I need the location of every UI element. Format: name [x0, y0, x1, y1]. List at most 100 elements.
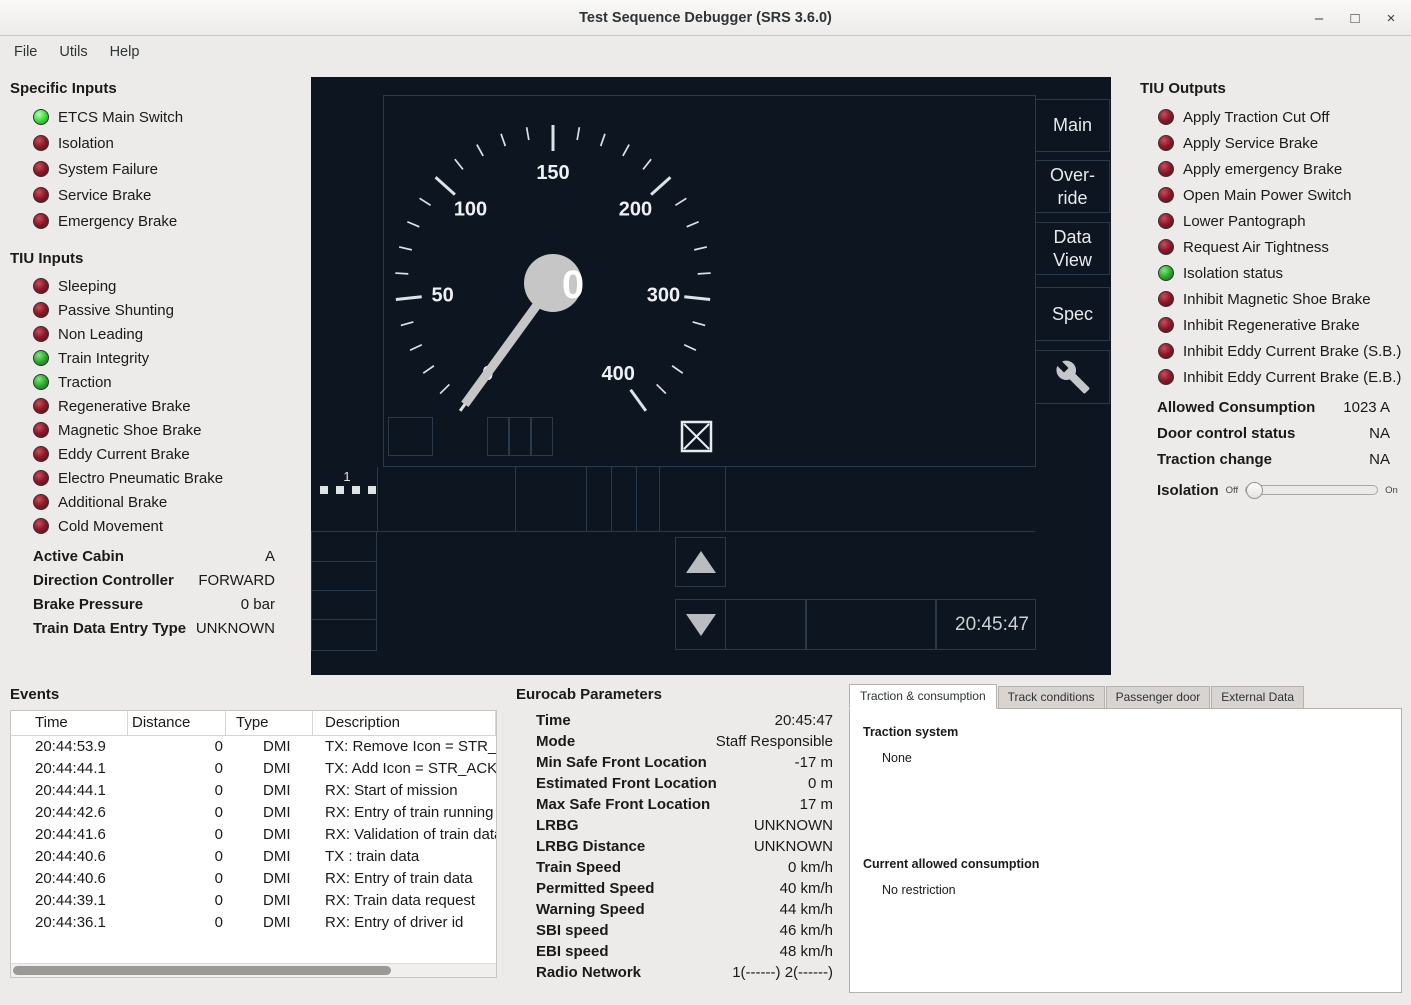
level-square-icon: [320, 486, 328, 494]
tab-traction-consumption[interactable]: Traction & consumption: [849, 684, 997, 709]
indicator-sleeping[interactable]: Sleeping: [10, 274, 305, 298]
menu-utils[interactable]: Utils: [48, 40, 98, 64]
tiu-inputs-title: TIU Inputs: [10, 250, 305, 268]
current-allowed-consumption-value: No restriction: [882, 883, 956, 897]
event-row[interactable]: 20:44:53.90DMITX: Remove Icon = STR_AC: [11, 736, 496, 758]
event-cell: RX: Entry of train data: [313, 868, 496, 890]
led-red-icon[interactable]: [33, 470, 49, 486]
indicator-label: Passive Shunting: [58, 302, 174, 319]
param-label: LRBG Distance: [536, 836, 645, 857]
eurocab-param-train-speed: Train Speed0 km/h: [516, 857, 833, 878]
event-cell: 20:44:39.1: [11, 890, 128, 912]
dmi-button-spec[interactable]: Spec: [1035, 287, 1110, 341]
dmi-left-cell: [311, 561, 377, 591]
eurocab-title: Eurocab Parameters: [516, 686, 833, 704]
event-row[interactable]: 20:44:41.60DMIRX: Validation of train da…: [11, 824, 496, 846]
specific-inputs-list: ETCS Main SwitchIsolation System Failure S…: [10, 104, 305, 234]
event-cell: DMI: [226, 846, 313, 868]
horizontal-scrollbar[interactable]: [11, 963, 496, 977]
eurocab-panel: Eurocab Parameters Time20:45:47ModeStaff…: [516, 686, 833, 983]
led-red-icon[interactable]: [33, 213, 49, 229]
event-row[interactable]: 20:44:42.60DMIRX: Entry of train running…: [11, 802, 496, 824]
event-row[interactable]: 20:44:44.10DMIRX: Start of mission: [11, 780, 496, 802]
event-cell: RX: Entry of train running n: [313, 802, 496, 824]
slider-knob[interactable]: [1246, 482, 1263, 499]
event-row[interactable]: 20:44:44.10DMITX: Add Icon = STR_ACK_S: [11, 758, 496, 780]
indicator-electro-pneumatic-brake[interactable]: Electro Pneumatic Brake: [10, 466, 305, 490]
column-header-distance[interactable]: Distance: [128, 711, 226, 735]
led-red-icon[interactable]: [33, 518, 49, 534]
tab-external-data[interactable]: External Data: [1211, 686, 1304, 709]
dmi-button-override[interactable]: Over-ride: [1035, 160, 1110, 213]
led-red-icon[interactable]: [33, 422, 49, 438]
indicator-cold-movement[interactable]: Cold Movement: [10, 514, 305, 538]
indicator-regenerative-brake[interactable]: Regenerative Brake: [10, 394, 305, 418]
led-green-bright-icon[interactable]: [33, 109, 49, 125]
dmi-button-data-view[interactable]: DataView: [1035, 222, 1110, 275]
indicator-eddy-current-brake[interactable]: Eddy Current Brake: [10, 442, 305, 466]
column-header-description[interactable]: Description: [313, 711, 496, 735]
indicator-service-brake[interactable]: Service Brake: [10, 182, 305, 208]
event-row[interactable]: 20:44:36.10DMIRX: Entry of driver id: [11, 912, 496, 934]
event-row[interactable]: 20:44:40.60DMIRX: Entry of train data: [11, 868, 496, 890]
event-row[interactable]: 20:44:39.10DMIRX: Train data request: [11, 890, 496, 912]
dmi-button-main[interactable]: Main: [1035, 99, 1110, 152]
param-value: Staff Responsible: [716, 731, 833, 752]
isolation-slider[interactable]: [1245, 481, 1378, 500]
led-red-icon[interactable]: [33, 187, 49, 203]
event-cell: 0: [128, 758, 226, 780]
app-window: Test Sequence Debugger (SRS 3.6.0) – □ ×…: [0, 0, 1411, 1005]
indicator-traction[interactable]: Traction: [10, 370, 305, 394]
led-green-icon[interactable]: [33, 350, 49, 366]
indicator-etcs-main-switch[interactable]: ETCS Main Switch: [10, 104, 305, 130]
indicator-label: Apply Service Brake: [1183, 135, 1318, 152]
scrollbar-thumb[interactable]: [13, 966, 391, 975]
param-label: Max Safe Front Location: [536, 794, 710, 815]
led-red-icon[interactable]: [33, 161, 49, 177]
led-red-icon[interactable]: [33, 302, 49, 318]
indicator-system-failure[interactable]: System Failure: [10, 156, 305, 182]
scroll-down-button[interactable]: [675, 599, 726, 650]
event-cell: 0: [128, 780, 226, 802]
events-header-row: TimeDistanceTypeDescription: [11, 711, 496, 736]
menu-help[interactable]: Help: [99, 40, 151, 64]
settings-wrench-button[interactable]: [1035, 350, 1110, 404]
led-red-icon[interactable]: [33, 278, 49, 294]
param-value: 46 km/h: [780, 920, 833, 941]
indicator-non-leading[interactable]: Non Leading: [10, 322, 305, 346]
current-allowed-consumption-title: Current allowed consumption: [863, 857, 1039, 871]
event-row[interactable]: 20:44:40.60DMITX : train data: [11, 846, 496, 868]
dmi-left-cell: [311, 531, 377, 562]
minimize-button[interactable]: –: [1311, 10, 1327, 27]
indicator-label: System Failure: [58, 161, 158, 178]
led-red-icon[interactable]: [33, 494, 49, 510]
tab-track-conditions[interactable]: Track conditions: [998, 686, 1105, 709]
scroll-up-button[interactable]: [675, 537, 726, 587]
indicator-isolation[interactable]: Isolation: [10, 130, 305, 156]
events-title: Events: [10, 686, 497, 704]
led-green-icon[interactable]: [33, 374, 49, 390]
column-header-type[interactable]: Type: [226, 711, 313, 735]
event-cell: 20:44:40.6: [11, 868, 128, 890]
column-header-time[interactable]: Time: [11, 711, 128, 735]
led-red-icon: [1158, 161, 1174, 177]
event-cell: RX: Start of mission: [313, 780, 496, 802]
indicator-label: Request Air Tightness: [1183, 239, 1329, 256]
led-red-icon[interactable]: [33, 446, 49, 462]
maximize-button[interactable]: □: [1347, 10, 1363, 27]
indicator-additional-brake[interactable]: Additional Brake: [10, 490, 305, 514]
led-red-icon[interactable]: [33, 326, 49, 342]
tab-passenger-door[interactable]: Passenger door: [1106, 686, 1211, 709]
param-label: Permitted Speed: [536, 878, 654, 899]
led-red-icon[interactable]: [33, 135, 49, 151]
close-button[interactable]: ×: [1383, 10, 1399, 27]
indicator-train-integrity[interactable]: Train Integrity: [10, 346, 305, 370]
indicator-passive-shunting[interactable]: Passive Shunting: [10, 298, 305, 322]
indicator-inhibit-eddy-current-brake-e-b: Inhibit Eddy Current Brake (E.B.): [1140, 364, 1402, 390]
led-red-icon[interactable]: [33, 398, 49, 414]
menu-file[interactable]: File: [3, 40, 48, 64]
indicator-magnetic-shoe-brake[interactable]: Magnetic Shoe Brake: [10, 418, 305, 442]
indicator-emergency-brake[interactable]: Emergency Brake: [10, 208, 305, 234]
indicator-label: Magnetic Shoe Brake: [58, 422, 201, 439]
events-rows: 20:44:53.90DMITX: Remove Icon = STR_AC20…: [11, 736, 496, 934]
